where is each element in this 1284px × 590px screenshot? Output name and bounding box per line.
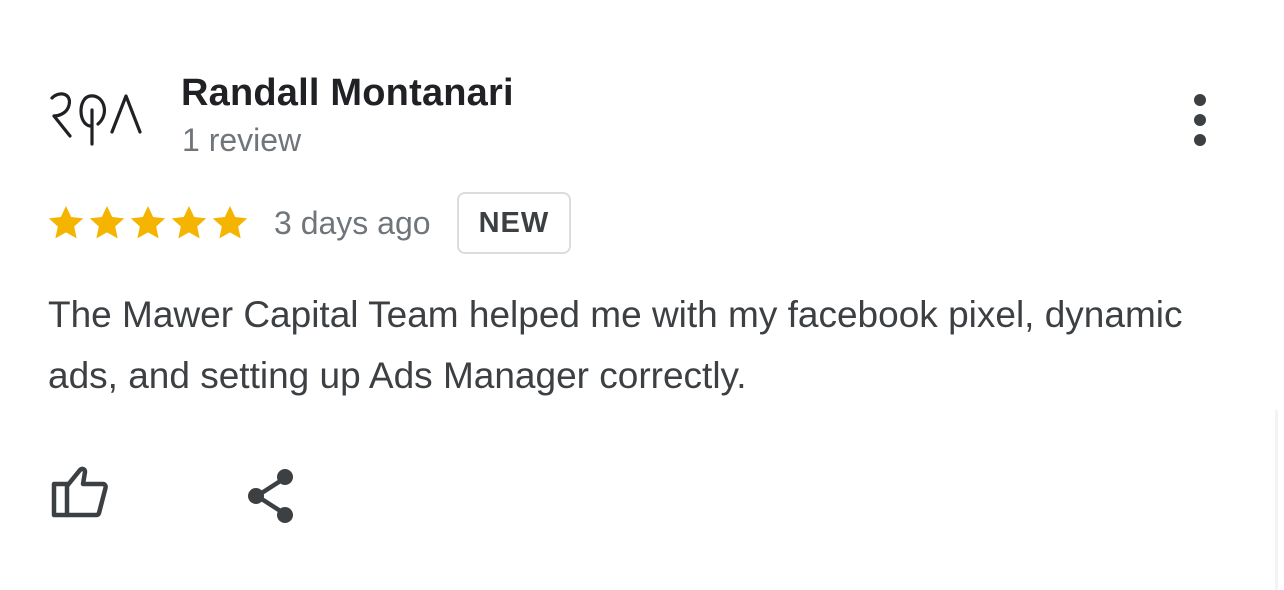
scrollbar-track[interactable] xyxy=(1275,410,1278,590)
more-vert-icon xyxy=(1194,94,1206,106)
share-button[interactable] xyxy=(242,464,306,528)
more-options-button[interactable] xyxy=(1180,88,1220,152)
like-button[interactable] xyxy=(48,464,112,528)
share-icon xyxy=(248,469,293,523)
review-text: The Mawer Capital Team helped me with my… xyxy=(48,294,1183,396)
reviewer-review-count: 1 review xyxy=(182,122,302,158)
star-rating xyxy=(46,203,250,243)
thumbs-up-icon xyxy=(51,466,108,518)
star-icon xyxy=(89,206,125,239)
new-badge: NEW xyxy=(456,192,572,254)
star-icon xyxy=(171,206,207,239)
star-icon xyxy=(48,206,84,239)
rating-row: 3 days ago NEW xyxy=(46,190,572,256)
star-icon xyxy=(212,206,248,239)
reviewer-logo-icon[interactable] xyxy=(48,84,148,154)
review-time: 3 days ago xyxy=(274,204,431,241)
star-icon xyxy=(130,206,166,239)
reviewer-name[interactable]: Randall Montanari xyxy=(181,72,514,115)
review-card: Randall Montanari 1 review 3 days ago NE… xyxy=(0,0,1284,590)
